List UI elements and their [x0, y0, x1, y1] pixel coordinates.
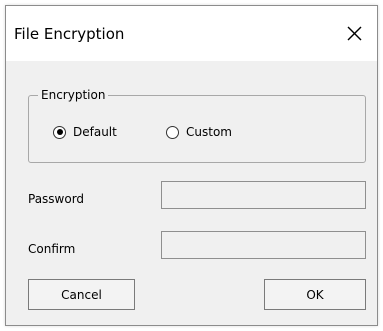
confirm-label: Confirm — [28, 242, 76, 256]
close-button[interactable] — [333, 6, 377, 61]
dialog-title: File Encryption — [14, 25, 125, 43]
radio-default-label: Default — [73, 125, 117, 139]
title-bar: File Encryption — [6, 6, 377, 61]
radio-default[interactable]: Default — [53, 124, 117, 140]
radio-custom-label: Custom — [186, 125, 232, 139]
encryption-groupbox: Encryption Default Custom — [28, 88, 366, 163]
cancel-button[interactable]: Cancel — [28, 279, 135, 310]
page: File Encryption Encryption Default Custo… — [0, 0, 383, 331]
dialog-body: Encryption Default Custom Password Confi… — [6, 61, 377, 325]
radio-custom-indicator[interactable] — [166, 125, 179, 139]
radio-custom[interactable]: Custom — [166, 124, 232, 140]
file-encryption-dialog: File Encryption Encryption Default Custo… — [5, 5, 378, 326]
confirm-field[interactable] — [161, 231, 366, 259]
radio-default-indicator[interactable] — [53, 125, 66, 139]
password-field[interactable] — [161, 181, 366, 209]
password-label: Password — [28, 192, 85, 206]
ok-button[interactable]: OK — [264, 279, 366, 310]
close-icon — [347, 26, 362, 41]
encryption-group-label: Encryption — [38, 88, 109, 103]
